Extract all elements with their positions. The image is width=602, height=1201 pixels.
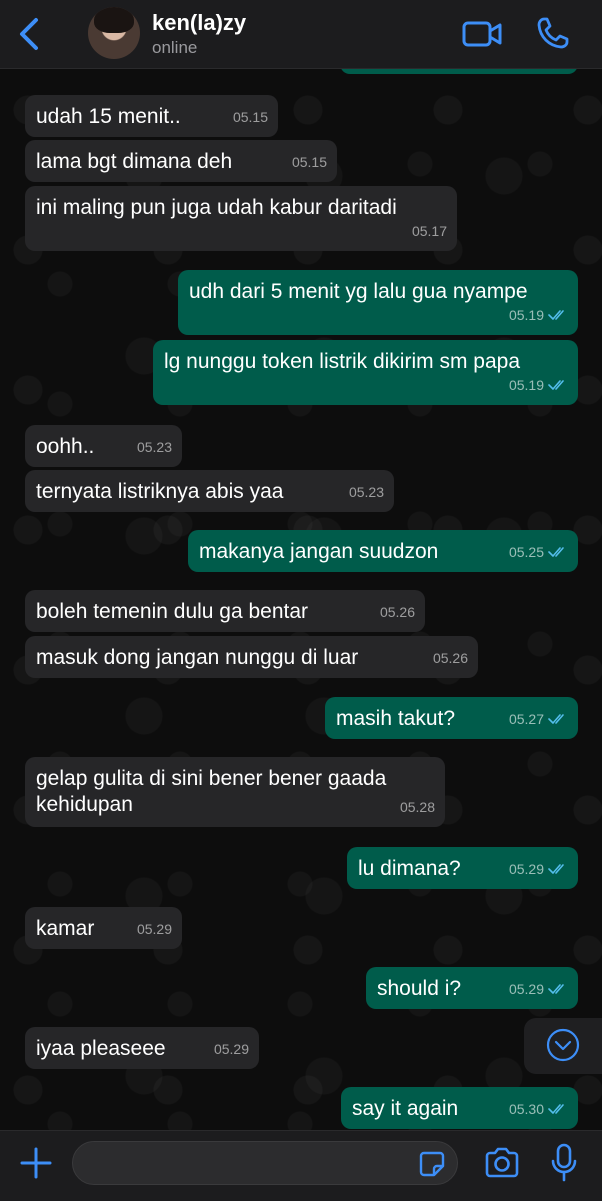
message-time-text: 05.28: [399, 799, 435, 815]
message-time-text: 05.29: [213, 1041, 249, 1057]
message-time-text: 05.26: [432, 650, 468, 666]
message-time-text: 05.17: [411, 223, 447, 239]
incoming-message-bubble[interactable]: udah 15 menit.. 05.15: [25, 95, 278, 137]
double-check-icon: [548, 547, 564, 557]
incoming-message-bubble[interactable]: iyaa pleaseee 05.29: [25, 1027, 259, 1069]
message-timestamp: 05.15: [292, 149, 327, 175]
message-timestamp: 05.26: [380, 599, 415, 625]
message-timestamp: 05.19: [509, 372, 568, 398]
double-check-icon: [548, 310, 564, 320]
outgoing-message-bubble[interactable]: lg nunggu token listrik dikirim sm papa 0…: [153, 340, 578, 405]
message-timestamp: 05.15: [233, 104, 268, 130]
outgoing-message-bubble[interactable]: udh dari 5 menit yg lalu gua nyampe 05.19: [178, 270, 578, 335]
incoming-message-bubble[interactable]: masuk dong jangan nunggu di luar 05.26: [25, 636, 478, 678]
message-time-text: 05.27: [508, 711, 544, 727]
message-text: udah 15 menit..: [36, 105, 181, 128]
outgoing-message-bubble[interactable]: say it again 05.30: [341, 1087, 578, 1129]
message-timestamp: 05.28: [400, 794, 435, 820]
chevron-down-circle-icon: [546, 1028, 580, 1062]
message-text: lg nunggu token listrik dikirim sm papa: [164, 350, 520, 373]
incoming-message-bubble[interactable]: kamar 05.29: [25, 907, 182, 949]
message-timestamp: 05.23: [137, 434, 172, 460]
double-check-icon: [548, 1104, 564, 1114]
message-timestamp: 05.26: [433, 645, 468, 671]
sticker-icon[interactable]: [418, 1150, 446, 1178]
chat-header: ken(la)zy online: [0, 0, 602, 69]
message-timestamp: 05.17: [412, 218, 447, 244]
message-text: gelap gulita di sini bener bener gaada k…: [36, 767, 387, 816]
message-timestamp: 05.19: [509, 302, 568, 328]
message-time-text: 05.19: [508, 307, 544, 323]
double-check-icon: [548, 984, 564, 994]
outgoing-message-bubble[interactable]: lu dimana? 05.29: [347, 847, 578, 889]
double-check-icon: [548, 864, 564, 874]
message-time-text: 05.29: [508, 861, 544, 877]
message-text: lama bgt dimana deh: [36, 150, 233, 173]
incoming-message-bubble[interactable]: boleh temenin dulu ga bentar 05.26: [25, 590, 425, 632]
message-text: ini maling pun juga udah kabur daritadi: [36, 196, 397, 219]
incoming-message-bubble[interactable]: lama bgt dimana deh 05.15: [25, 140, 337, 182]
message-text: ternyata listriknya abis yaa: [36, 480, 284, 503]
message-time-text: 05.26: [379, 604, 415, 620]
back-chevron-icon[interactable]: [14, 14, 48, 54]
message-timestamp: 05.27: [509, 706, 568, 732]
incoming-message-bubble[interactable]: ini maling pun juga udah kabur daritadi 0…: [25, 186, 457, 251]
message-text: boleh temenin dulu ga bentar: [36, 600, 309, 623]
message-time-text: 05.19: [508, 377, 544, 393]
message-time-text: 05.15: [232, 109, 268, 125]
message-time-text: 05.23: [136, 439, 172, 455]
message-time-text: 05.29: [508, 981, 544, 997]
message-timestamp: 05.29: [137, 916, 172, 942]
message-timestamp: 05.25: [509, 539, 568, 565]
contact-status: online: [152, 38, 198, 57]
outgoing-message-bubble[interactable]: should i? 05.29: [366, 967, 578, 1009]
message-input[interactable]: [72, 1141, 458, 1185]
message-timestamp: 05.29: [509, 856, 568, 882]
incoming-message-bubble[interactable]: gelap gulita di sini bener bener gaada k…: [25, 757, 445, 827]
message-time-text: 05.15: [291, 154, 327, 170]
message-time-text: 05.23: [348, 484, 384, 500]
plus-icon[interactable]: [18, 1145, 54, 1181]
outgoing-message-bubble[interactable]: masih takut? 05.27: [325, 697, 578, 739]
message-timestamp: 05.30: [509, 1096, 568, 1122]
message-timestamp: 05.29: [509, 976, 568, 1002]
phone-icon[interactable]: [536, 16, 570, 50]
outgoing-message-bubble[interactable]: makanya jangan suudzon 05.25: [188, 530, 578, 572]
microphone-icon[interactable]: [550, 1143, 578, 1183]
compose-bar: [0, 1130, 602, 1201]
contact-avatar[interactable]: [88, 7, 140, 59]
contact-name[interactable]: ken(la)zy: [152, 10, 246, 36]
scroll-to-bottom-button[interactable]: [524, 1018, 602, 1074]
incoming-message-bubble[interactable]: ternyata listriknya abis yaa 05.23: [25, 470, 394, 512]
video-camera-icon[interactable]: [462, 20, 502, 48]
message-time-text: 05.29: [136, 921, 172, 937]
message-time-text: 05.30: [508, 1101, 544, 1117]
message-timestamp: 05.23: [349, 479, 384, 505]
message-time-text: 05.25: [508, 544, 544, 560]
message-text: masuk dong jangan nunggu di luar: [36, 646, 359, 669]
camera-icon[interactable]: [484, 1147, 520, 1179]
double-check-icon: [548, 380, 564, 390]
message-timestamp: 05.29: [214, 1036, 249, 1062]
incoming-message-bubble[interactable]: oohh.. 05.23: [25, 425, 182, 467]
double-check-icon: [548, 714, 564, 724]
